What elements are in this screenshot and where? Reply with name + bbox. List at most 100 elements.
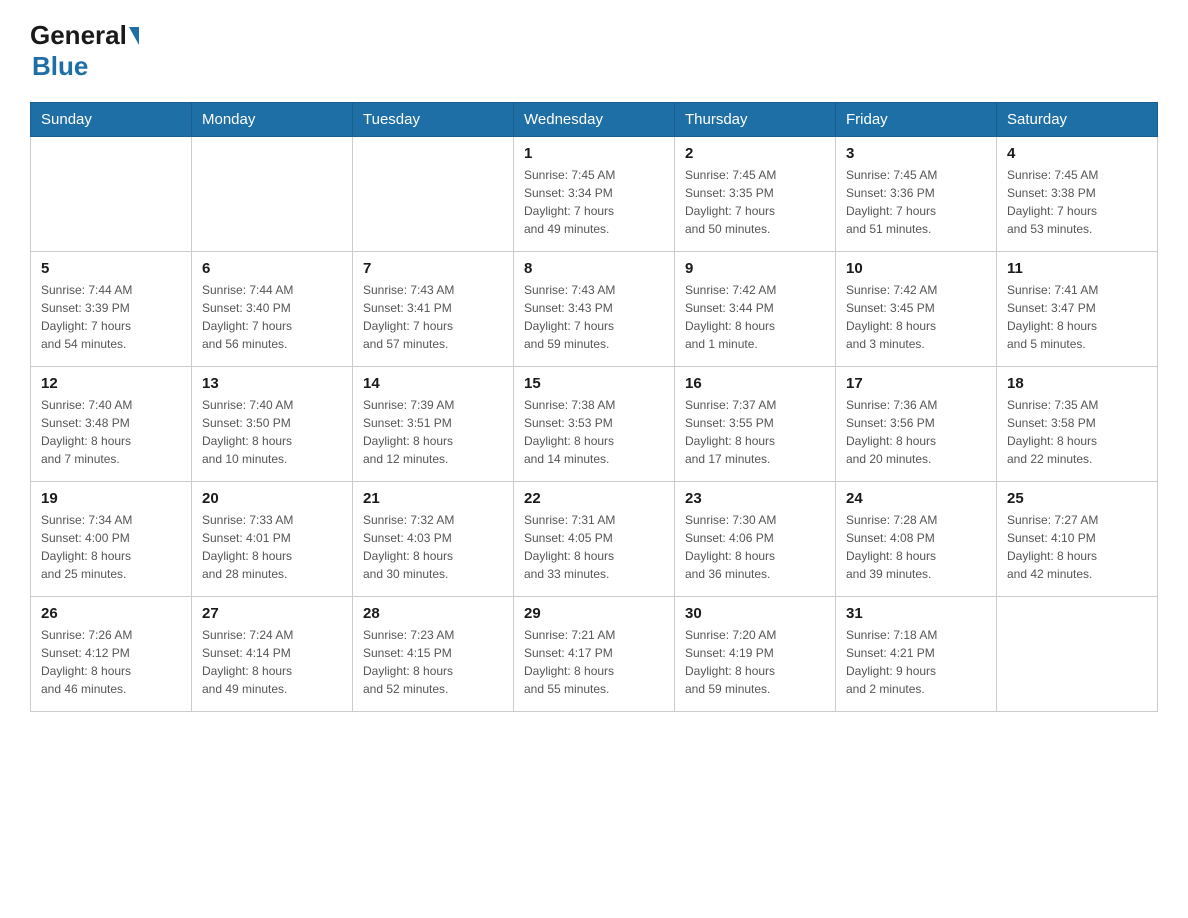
calendar-cell	[997, 597, 1158, 712]
logo-general: General	[30, 20, 139, 51]
calendar-cell: 28Sunrise: 7:23 AM Sunset: 4:15 PM Dayli…	[353, 597, 514, 712]
calendar-cell: 31 Sunrise: 7:18 AM Sunset: 4:21 PM Dayli…	[836, 597, 997, 712]
day-number: 1	[524, 145, 664, 162]
calendar-week-1: 1Sunrise: 7:45 AM Sunset: 3:34 PM Daylig…	[31, 137, 1158, 252]
day-number: 13	[202, 375, 342, 392]
calendar-cell: 16 Sunrise: 7:37 AM Sunset: 3:55 PM Dayli…	[675, 367, 836, 482]
logo-general-text: General	[30, 20, 127, 51]
logo-blue-text: Blue	[32, 51, 88, 82]
day-info: Sunrise: 7:34 AM Sunset: 4:00 PM Dayligh…	[41, 511, 181, 583]
calendar-cell: 29 Sunrise: 7:21 AM Sunset: 4:17 PM Dayli…	[514, 597, 675, 712]
calendar-cell: 6 Sunrise: 7:44 AM Sunset: 3:40 PM Daylig…	[192, 252, 353, 367]
day-number: 5	[41, 260, 181, 277]
day-number: 21	[363, 490, 503, 507]
day-number: 12	[41, 375, 181, 392]
day-number: 6	[202, 260, 342, 277]
day-number: 31	[846, 605, 986, 622]
calendar-cell: 27 Sunrise: 7:24 AM Sunset: 4:14 PM Dayli…	[192, 597, 353, 712]
day-info: Sunrise: 7:42 AM Sunset: 3:44 PM Dayligh…	[685, 281, 825, 353]
calendar-cell: 17 Sunrise: 7:36 AM Sunset: 3:56 PM Dayli…	[836, 367, 997, 482]
day-number: 10	[846, 260, 986, 277]
day-info: Sunrise: 7:41 AM Sunset: 3:47 PM Dayligh…	[1007, 281, 1147, 353]
calendar-cell: 7Sunrise: 7:43 AM Sunset: 3:41 PM Daylig…	[353, 252, 514, 367]
calendar-cell: 9 Sunrise: 7:42 AM Sunset: 3:44 PM Daylig…	[675, 252, 836, 367]
day-info: Sunrise: 7:39 AM Sunset: 3:51 PM Dayligh…	[363, 396, 503, 468]
page-header: General Blue	[30, 20, 1158, 82]
day-info: Sunrise: 7:31 AM Sunset: 4:05 PM Dayligh…	[524, 511, 664, 583]
day-number: 4	[1007, 145, 1147, 162]
calendar-cell: 24 Sunrise: 7:28 AM Sunset: 4:08 PM Dayli…	[836, 482, 997, 597]
day-info: Sunrise: 7:38 AM Sunset: 3:53 PM Dayligh…	[524, 396, 664, 468]
weekday-header-saturday: Saturday	[997, 103, 1158, 137]
calendar-cell: 3 Sunrise: 7:45 AM Sunset: 3:36 PM Daylig…	[836, 137, 997, 252]
weekday-header-thursday: Thursday	[675, 103, 836, 137]
day-number: 17	[846, 375, 986, 392]
day-number: 26	[41, 605, 181, 622]
day-info: Sunrise: 7:42 AM Sunset: 3:45 PM Dayligh…	[846, 281, 986, 353]
calendar-cell	[31, 137, 192, 252]
day-info: Sunrise: 7:27 AM Sunset: 4:10 PM Dayligh…	[1007, 511, 1147, 583]
calendar-cell: 10 Sunrise: 7:42 AM Sunset: 3:45 PM Dayli…	[836, 252, 997, 367]
day-info: Sunrise: 7:32 AM Sunset: 4:03 PM Dayligh…	[363, 511, 503, 583]
calendar-cell: 22 Sunrise: 7:31 AM Sunset: 4:05 PM Dayli…	[514, 482, 675, 597]
day-info: Sunrise: 7:36 AM Sunset: 3:56 PM Dayligh…	[846, 396, 986, 468]
calendar-cell: 26 Sunrise: 7:26 AM Sunset: 4:12 PM Dayli…	[31, 597, 192, 712]
day-number: 25	[1007, 490, 1147, 507]
day-info: Sunrise: 7:37 AM Sunset: 3:55 PM Dayligh…	[685, 396, 825, 468]
calendar-week-5: 26 Sunrise: 7:26 AM Sunset: 4:12 PM Dayli…	[31, 597, 1158, 712]
calendar-cell: 4 Sunrise: 7:45 AM Sunset: 3:38 PM Daylig…	[997, 137, 1158, 252]
day-number: 27	[202, 605, 342, 622]
day-info: Sunrise: 7:24 AM Sunset: 4:14 PM Dayligh…	[202, 626, 342, 698]
day-info: Sunrise: 7:43 AM Sunset: 3:43 PM Dayligh…	[524, 281, 664, 353]
day-number: 2	[685, 145, 825, 162]
calendar-week-2: 5Sunrise: 7:44 AM Sunset: 3:39 PM Daylig…	[31, 252, 1158, 367]
day-info: Sunrise: 7:18 AM Sunset: 4:21 PM Dayligh…	[846, 626, 986, 698]
logo-arrow-icon	[129, 27, 139, 45]
calendar-cell: 18Sunrise: 7:35 AM Sunset: 3:58 PM Dayli…	[997, 367, 1158, 482]
weekday-header-tuesday: Tuesday	[353, 103, 514, 137]
calendar-cell: 15 Sunrise: 7:38 AM Sunset: 3:53 PM Dayli…	[514, 367, 675, 482]
day-number: 16	[685, 375, 825, 392]
calendar-week-3: 12Sunrise: 7:40 AM Sunset: 3:48 PM Dayli…	[31, 367, 1158, 482]
logo: General Blue	[30, 20, 139, 82]
day-number: 20	[202, 490, 342, 507]
calendar-header-row: SundayMondayTuesdayWednesdayThursdayFrid…	[31, 103, 1158, 137]
weekday-header-wednesday: Wednesday	[514, 103, 675, 137]
calendar-cell: 30Sunrise: 7:20 AM Sunset: 4:19 PM Dayli…	[675, 597, 836, 712]
calendar-cell: 14 Sunrise: 7:39 AM Sunset: 3:51 PM Dayli…	[353, 367, 514, 482]
day-number: 22	[524, 490, 664, 507]
day-info: Sunrise: 7:45 AM Sunset: 3:36 PM Dayligh…	[846, 166, 986, 238]
weekday-header-sunday: Sunday	[31, 103, 192, 137]
day-info: Sunrise: 7:21 AM Sunset: 4:17 PM Dayligh…	[524, 626, 664, 698]
calendar-cell: 11Sunrise: 7:41 AM Sunset: 3:47 PM Dayli…	[997, 252, 1158, 367]
day-number: 15	[524, 375, 664, 392]
weekday-header-monday: Monday	[192, 103, 353, 137]
day-number: 9	[685, 260, 825, 277]
day-info: Sunrise: 7:45 AM Sunset: 3:38 PM Dayligh…	[1007, 166, 1147, 238]
calendar-cell	[353, 137, 514, 252]
calendar-cell: 25 Sunrise: 7:27 AM Sunset: 4:10 PM Dayli…	[997, 482, 1158, 597]
day-info: Sunrise: 7:44 AM Sunset: 3:40 PM Dayligh…	[202, 281, 342, 353]
calendar-cell: 2Sunrise: 7:45 AM Sunset: 3:35 PM Daylig…	[675, 137, 836, 252]
day-number: 14	[363, 375, 503, 392]
day-number: 24	[846, 490, 986, 507]
day-info: Sunrise: 7:33 AM Sunset: 4:01 PM Dayligh…	[202, 511, 342, 583]
day-number: 28	[363, 605, 503, 622]
day-number: 3	[846, 145, 986, 162]
day-info: Sunrise: 7:40 AM Sunset: 3:50 PM Dayligh…	[202, 396, 342, 468]
day-number: 29	[524, 605, 664, 622]
day-number: 19	[41, 490, 181, 507]
calendar-cell: 19 Sunrise: 7:34 AM Sunset: 4:00 PM Dayli…	[31, 482, 192, 597]
day-info: Sunrise: 7:43 AM Sunset: 3:41 PM Dayligh…	[363, 281, 503, 353]
day-info: Sunrise: 7:30 AM Sunset: 4:06 PM Dayligh…	[685, 511, 825, 583]
calendar-cell: 12Sunrise: 7:40 AM Sunset: 3:48 PM Dayli…	[31, 367, 192, 482]
day-number: 30	[685, 605, 825, 622]
day-info: Sunrise: 7:26 AM Sunset: 4:12 PM Dayligh…	[41, 626, 181, 698]
calendar-cell: 13 Sunrise: 7:40 AM Sunset: 3:50 PM Dayli…	[192, 367, 353, 482]
calendar-table: SundayMondayTuesdayWednesdayThursdayFrid…	[30, 102, 1158, 712]
calendar-cell: 8Sunrise: 7:43 AM Sunset: 3:43 PM Daylig…	[514, 252, 675, 367]
calendar-cell: 1Sunrise: 7:45 AM Sunset: 3:34 PM Daylig…	[514, 137, 675, 252]
calendar-week-4: 19 Sunrise: 7:34 AM Sunset: 4:00 PM Dayli…	[31, 482, 1158, 597]
day-number: 23	[685, 490, 825, 507]
day-info: Sunrise: 7:28 AM Sunset: 4:08 PM Dayligh…	[846, 511, 986, 583]
